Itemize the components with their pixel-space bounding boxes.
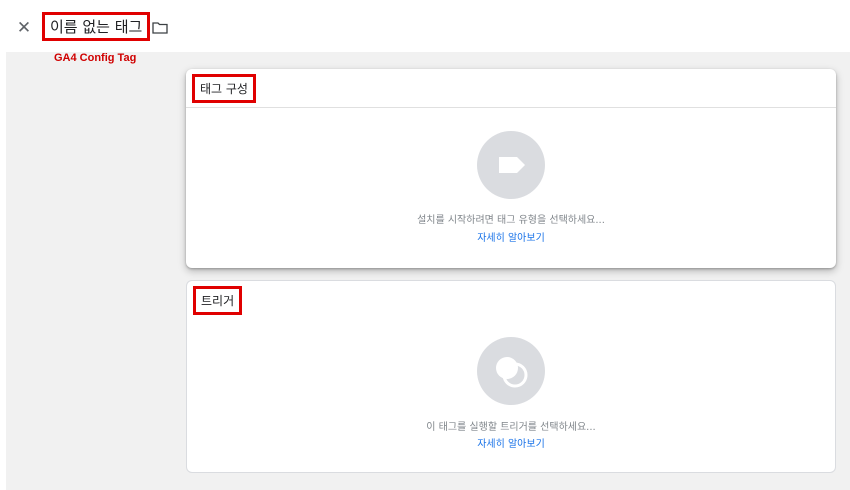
tag-type-button[interactable] (477, 131, 545, 199)
trigger-card[interactable]: 트리거 이 태그를 실행할 트리거를 선택하세요... 자세히 알아보기 (186, 280, 836, 473)
trigger-icon (496, 357, 528, 388)
close-icon[interactable]: ✕ (14, 18, 34, 38)
tag-config-learn-more-link[interactable]: 자세히 알아보기 (186, 229, 836, 244)
tag-icon (499, 157, 525, 173)
tag-name-field[interactable]: 이름 없는 태그 (42, 12, 151, 41)
trigger-learn-more-link[interactable]: 자세히 알아보기 (187, 435, 835, 450)
trigger-header: 트리거 (187, 281, 835, 320)
trigger-select-button[interactable] (477, 337, 545, 405)
trigger-hint: 이 태그를 실행할 트리거를 선택하세요... (426, 422, 596, 433)
tag-config-title: 태그 구성 (192, 74, 256, 103)
top-bar: ✕ 이름 없는 태그 (0, 0, 850, 52)
trigger-title-text: 트리거 (201, 294, 235, 308)
annotation-label: GA4 Config Tag (54, 52, 137, 64)
tag-config-hint: 설치를 시작하려면 태그 유형을 선택하세요... (417, 215, 605, 226)
tag-config-title-text: 태그 구성 (200, 82, 248, 96)
folder-icon[interactable] (152, 21, 168, 34)
tag-config-header: 태그 구성 (186, 69, 836, 108)
tag-config-card[interactable]: 태그 구성 설치를 시작하려면 태그 유형을 선택하세요... 자세히 알아보기 (186, 69, 836, 268)
tag-name-text: 이름 없는 태그 (50, 18, 143, 36)
trigger-title: 트리거 (193, 286, 243, 315)
